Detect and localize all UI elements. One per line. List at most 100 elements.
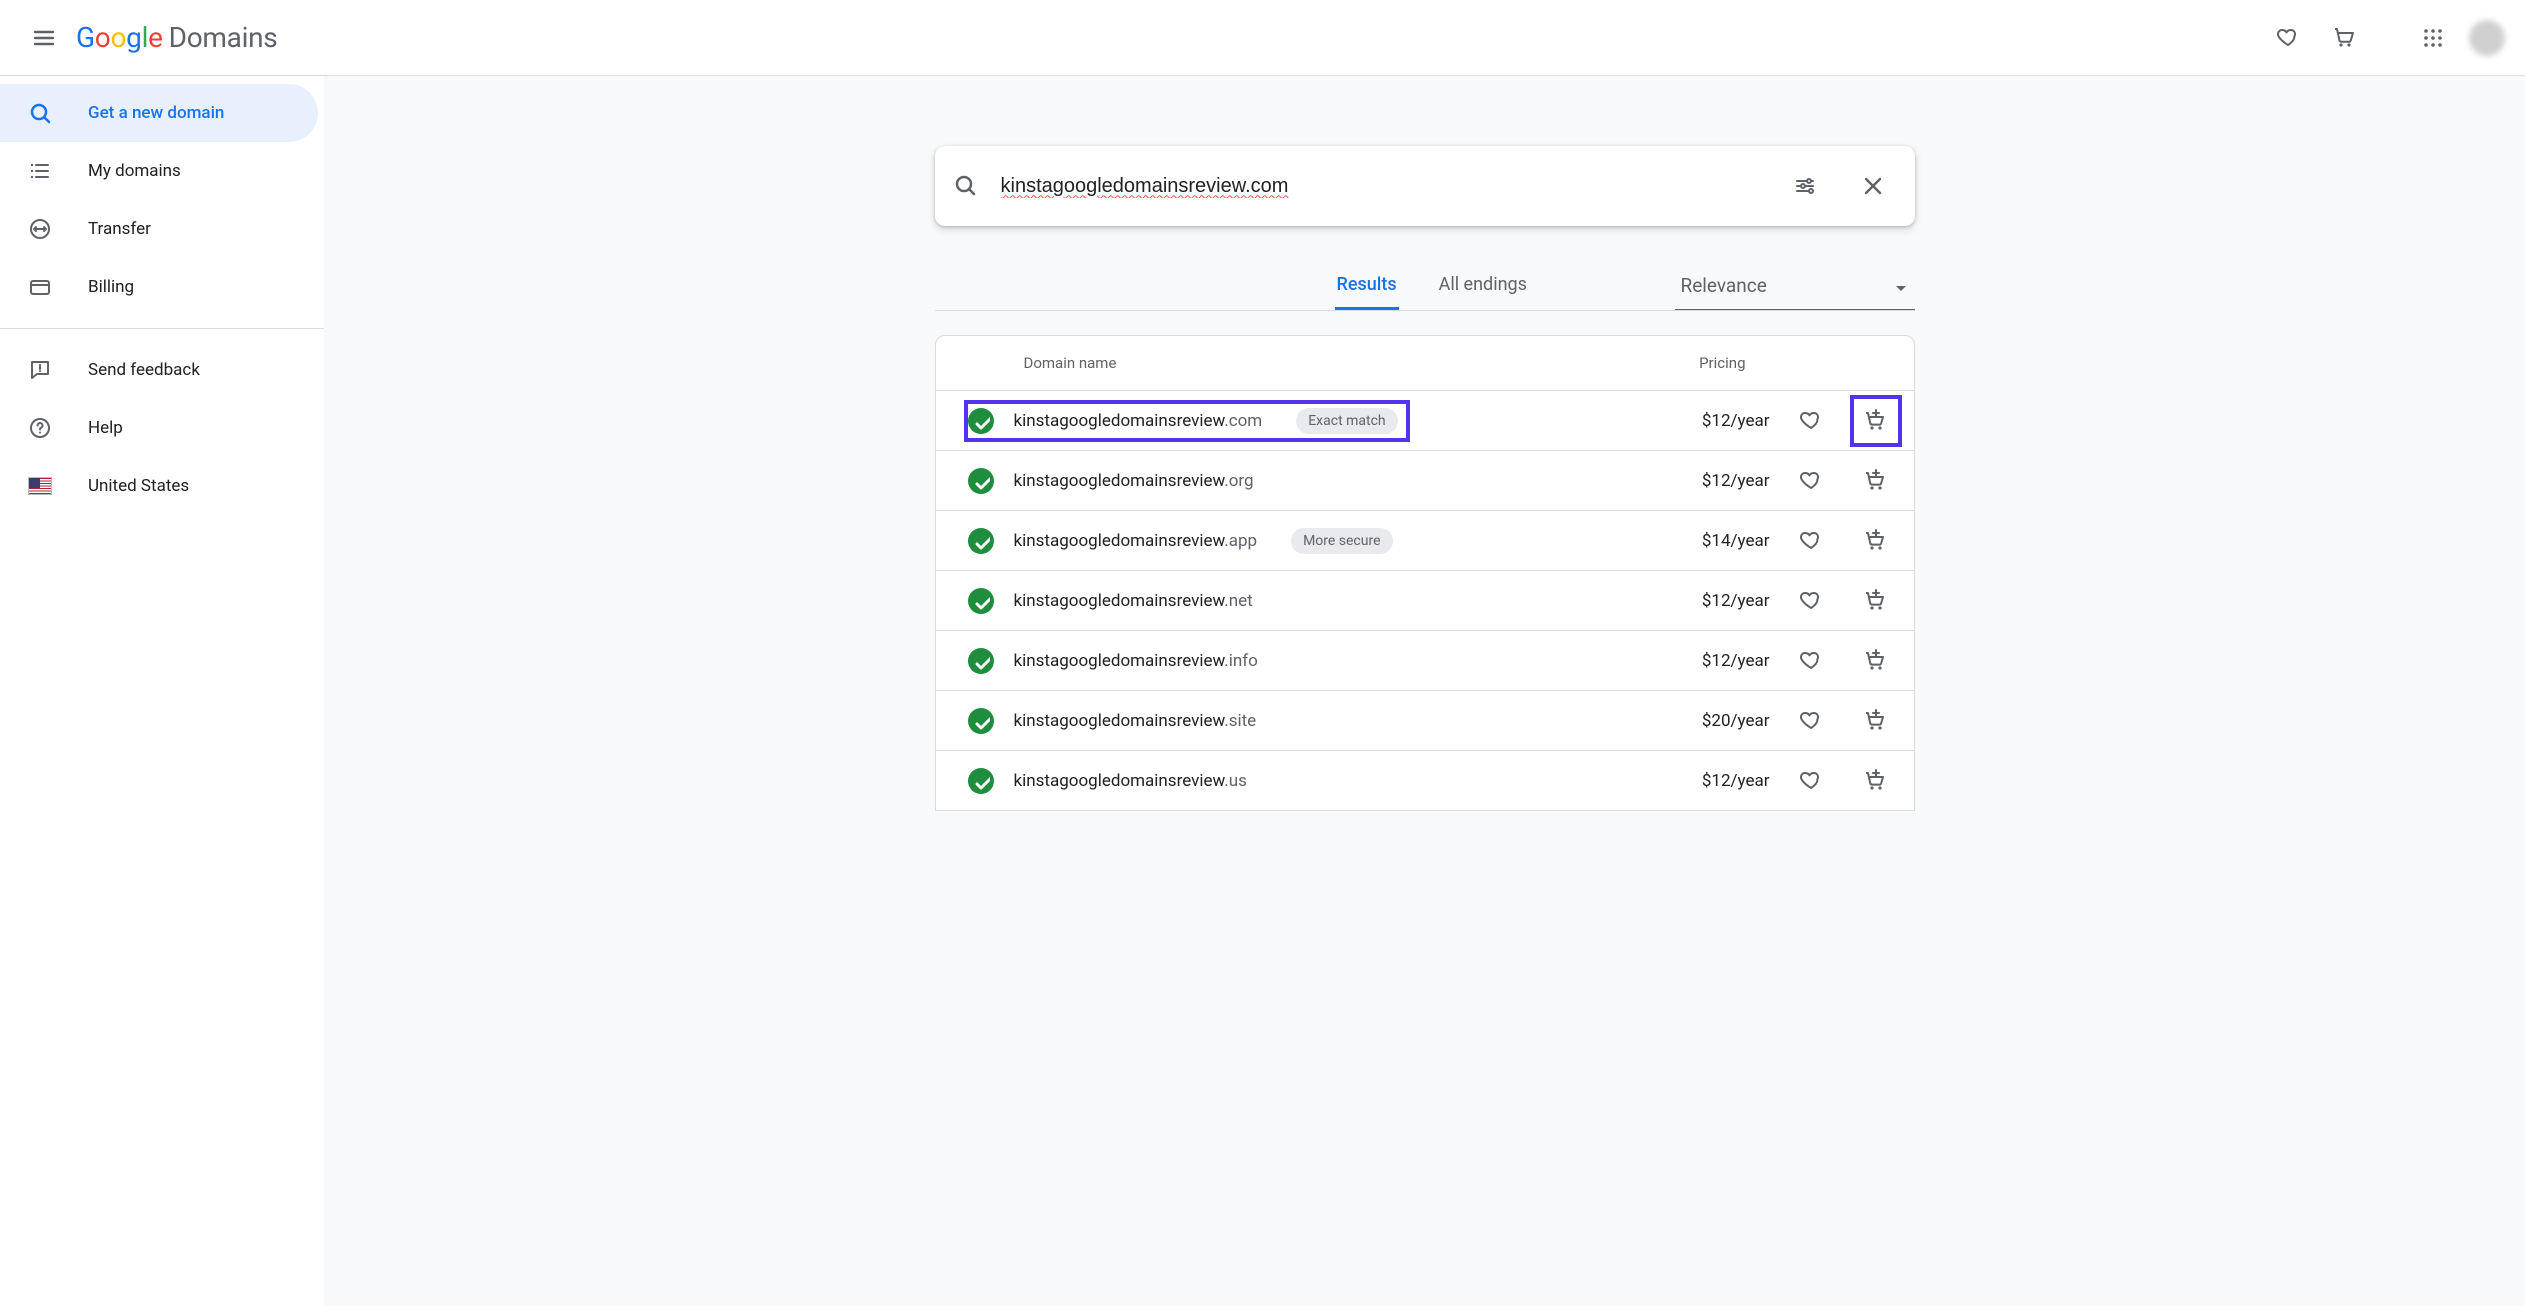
add-cart-icon xyxy=(1863,708,1889,734)
favorite-button[interactable] xyxy=(1790,699,1834,743)
heart-icon xyxy=(2276,25,2302,51)
results-header-row: Domain name Pricing xyxy=(936,336,1914,390)
cart-icon xyxy=(2332,25,2358,51)
domain-search-box xyxy=(935,146,1915,226)
sidebar-item-transfer[interactable]: Transfer xyxy=(0,200,318,258)
domain-price: $12/year xyxy=(1702,411,1770,431)
results-table: Domain name Pricing kinstagoogledomainsr… xyxy=(935,335,1915,811)
domain-name: kinstagoogledomainsreview.info xyxy=(1014,651,1258,671)
available-check-icon xyxy=(968,768,994,794)
country-flag-icon xyxy=(28,474,52,498)
add-cart-icon xyxy=(1863,468,1889,494)
google-apps-button[interactable] xyxy=(2409,14,2457,62)
add-to-cart-button[interactable] xyxy=(1854,579,1898,623)
add-cart-icon xyxy=(1863,588,1889,614)
heart-icon xyxy=(1799,708,1825,734)
cart-button[interactable] xyxy=(2321,14,2369,62)
credit-card-icon xyxy=(28,275,52,299)
heart-icon xyxy=(1799,408,1825,434)
main-menu-button[interactable] xyxy=(20,14,68,62)
help-icon xyxy=(28,416,52,440)
sidebar: Get a new domain My domains Transfer Bil… xyxy=(0,76,324,1306)
table-row[interactable]: kinstagoogledomainsreview.us $12/year xyxy=(936,750,1914,810)
add-cart-icon xyxy=(1863,768,1889,794)
app-header: Google Domains xyxy=(0,0,2525,76)
sidebar-item-help[interactable]: Help xyxy=(0,399,318,457)
google-domains-logo[interactable]: Google Domains xyxy=(76,21,277,54)
sort-selected-label: Relevance xyxy=(1681,274,1767,297)
heart-icon xyxy=(1799,588,1825,614)
domain-chip: Exact match xyxy=(1296,408,1397,434)
add-to-cart-button[interactable] xyxy=(1854,759,1898,803)
clear-search-button[interactable] xyxy=(1849,162,1897,210)
domain-name: kinstagoogledomainsreview.net xyxy=(1014,591,1253,611)
sidebar-item-get-new-domain[interactable]: Get a new domain xyxy=(0,84,318,142)
domain-name: kinstagoogledomainsreview.site xyxy=(1014,711,1257,731)
tab-results[interactable]: Results xyxy=(1335,262,1399,310)
sidebar-item-label: United States xyxy=(88,476,189,496)
favorite-button[interactable] xyxy=(1790,519,1834,563)
menu-icon xyxy=(32,26,56,50)
add-cart-icon xyxy=(1863,528,1889,554)
favorite-button[interactable] xyxy=(1790,459,1834,503)
sidebar-item-label: Get a new domain xyxy=(88,103,224,123)
sidebar-item-label: Billing xyxy=(88,277,134,297)
domain-name: kinstagoogledomainsreview.com xyxy=(1014,411,1263,431)
table-row[interactable]: kinstagoogledomainsreview.org$12/year xyxy=(936,450,1914,510)
favorite-button[interactable] xyxy=(1790,579,1834,623)
sidebar-item-billing[interactable]: Billing xyxy=(0,258,318,316)
domain-price: $12/year xyxy=(1702,771,1770,791)
favorite-button[interactable] xyxy=(1790,639,1834,683)
list-icon xyxy=(28,159,52,183)
available-check-icon xyxy=(968,528,994,554)
main-content: Results All endings Relevance Domain nam… xyxy=(324,76,2525,1306)
sidebar-item-my-domains[interactable]: My domains xyxy=(0,142,318,200)
domain-price: $12/year xyxy=(1702,471,1770,491)
favorite-button[interactable] xyxy=(1790,399,1834,443)
table-row[interactable]: kinstagoogledomainsreview.site$20/year xyxy=(936,690,1914,750)
table-row[interactable]: kinstagoogledomainsreview.com Exact match… xyxy=(936,390,1914,450)
sort-dropdown[interactable]: Relevance xyxy=(1675,262,1915,310)
heart-icon xyxy=(1799,768,1825,794)
sidebar-divider xyxy=(0,328,324,329)
close-icon xyxy=(1861,174,1885,198)
search-filters-button[interactable] xyxy=(1781,162,1829,210)
available-check-icon xyxy=(968,708,994,734)
chevron-down-icon xyxy=(1889,276,1909,296)
search-icon xyxy=(953,173,979,199)
favorites-button[interactable] xyxy=(2265,14,2313,62)
apps-grid-icon xyxy=(2421,26,2445,50)
table-row[interactable]: kinstagoogledomainsreview.net $12/year xyxy=(936,570,1914,630)
sidebar-item-label: My domains xyxy=(88,161,181,181)
table-row[interactable]: kinstagoogledomainsreview.appMore secure… xyxy=(936,510,1914,570)
heart-icon xyxy=(1799,648,1825,674)
domain-name: kinstagoogledomainsreview.us xyxy=(1014,771,1247,791)
column-header-pricing: Pricing xyxy=(1699,354,1885,372)
domain-price: $12/year xyxy=(1702,591,1770,611)
transfer-icon xyxy=(28,217,52,241)
available-check-icon xyxy=(968,468,994,494)
add-to-cart-button[interactable] xyxy=(1854,399,1898,443)
add-to-cart-button[interactable] xyxy=(1854,459,1898,503)
add-cart-icon xyxy=(1863,648,1889,674)
tune-icon xyxy=(1793,174,1817,198)
sidebar-item-label: Help xyxy=(88,418,123,438)
logo-suffix: Domains xyxy=(169,21,278,54)
add-to-cart-button[interactable] xyxy=(1854,699,1898,743)
table-row[interactable]: kinstagoogledomainsreview.info$12/year xyxy=(936,630,1914,690)
results-tabs: Results All endings xyxy=(1335,262,1529,310)
add-to-cart-button[interactable] xyxy=(1854,519,1898,563)
heart-icon xyxy=(1799,468,1825,494)
tab-all-endings[interactable]: All endings xyxy=(1437,262,1529,310)
account-avatar[interactable] xyxy=(2469,20,2505,56)
available-check-icon xyxy=(968,588,994,614)
sidebar-item-label: Send feedback xyxy=(88,360,200,380)
feedback-icon xyxy=(28,358,52,382)
add-to-cart-button[interactable] xyxy=(1854,639,1898,683)
domain-search-input[interactable] xyxy=(999,174,1761,199)
sidebar-item-label: Transfer xyxy=(88,219,151,239)
favorite-button[interactable] xyxy=(1790,759,1834,803)
available-check-icon xyxy=(968,408,994,434)
sidebar-item-country[interactable]: United States xyxy=(0,457,318,515)
sidebar-item-send-feedback[interactable]: Send feedback xyxy=(0,341,318,399)
